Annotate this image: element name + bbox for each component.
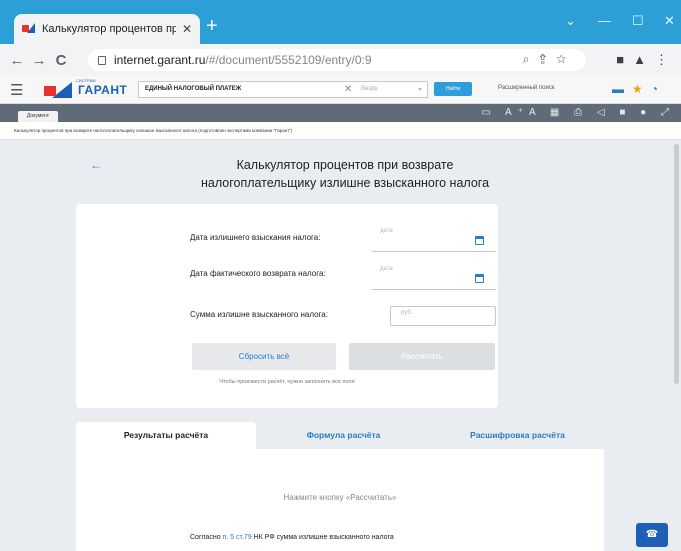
press-calculate-prompt: Нажмите кнопку «Рассчитать» <box>283 493 397 502</box>
browser-toolbar: ← → C internet.garant.ru/#/document/5552… <box>0 44 681 76</box>
menu-icon[interactable]: ☰ <box>10 81 23 99</box>
legal-basis-text: Согласно п. 5 ст.79 НК РФ сумма излишне … <box>190 534 394 541</box>
new-tab-button[interactable]: + <box>206 16 218 36</box>
search-input[interactable]: ЕДИНЫЙ НАЛОГОВЫЙ ПЛАТЕЖ ✕ Везде ⌄ <box>138 81 428 98</box>
extensions-icons[interactable]: ■▲⋮ <box>616 52 677 68</box>
chevron-down-icon[interactable]: ⌄ <box>417 84 423 92</box>
url-host: internet.garant.ru <box>114 53 206 67</box>
star-icon[interactable]: ★ <box>632 82 651 96</box>
garant-header: ☰ СИСТЕМА ГАРАНТ ЕДИНЫЙ НАЛОГОВЫЙ ПЛАТЕЖ… <box>0 76 681 104</box>
history-icon[interactable]: ◔ <box>651 82 666 96</box>
page-title-line1: Калькулятор процентов при возврате <box>236 158 454 172</box>
document-tool-icons[interactable]: ▭ A⁺A ▦ ⎙ ◁ ■ ● ⤢ <box>481 107 675 118</box>
tab-title: Калькулятор процентов при во <box>42 23 176 35</box>
find-button[interactable]: Найти <box>434 82 472 96</box>
tab-results[interactable]: Результаты расчёта <box>76 422 256 449</box>
accord-prefix: Согласно <box>190 534 223 541</box>
logo-system-label: СИСТЕМА <box>76 78 96 83</box>
search-scope-select[interactable]: Везде <box>361 86 378 92</box>
scrollbar[interactable] <box>672 140 681 551</box>
reload-icon[interactable]: C <box>50 52 72 69</box>
search-value: ЕДИНЫЙ НАЛОГОВЫЙ ПЛАТЕЖ <box>145 86 242 92</box>
calendar-icon[interactable] <box>475 274 484 283</box>
results-panel: Нажмите кнопку «Рассчитать» Согласно п. … <box>76 449 604 551</box>
garant-favicon-icon <box>22 23 36 35</box>
omnibox-icons[interactable]: ⌕⇪☆ <box>523 52 576 67</box>
tab-search-icon[interactable]: ⌄ <box>565 13 576 29</box>
refund-date-label: Дата фактического возврата налога: <box>190 269 326 278</box>
tab-formula[interactable]: Формула расчёта <box>256 422 431 449</box>
browser-tab[interactable]: Калькулятор процентов при во ✕ <box>14 14 200 44</box>
calendar-icon[interactable] <box>475 236 484 245</box>
lock-icon <box>98 55 106 65</box>
tax-amount-field[interactable]: руб. <box>390 306 496 326</box>
breadcrumb: Калькулятор процентов при возврате налог… <box>0 122 681 140</box>
address-bar[interactable]: internet.garant.ru/#/document/5552109/en… <box>88 49 586 71</box>
calculate-button[interactable]: Рассчитать <box>349 343 495 370</box>
overpayment-date-field[interactable]: дата <box>372 226 496 252</box>
tab-document[interactable]: Документ <box>18 111 58 122</box>
calculator-page: ← Калькулятор процентов при возврате нал… <box>0 140 681 551</box>
overpayment-date-label: Дата излишнего взыскания налога: <box>190 233 321 242</box>
header-action-icons[interactable]: ▬★◔ <box>612 82 666 96</box>
chat-icon[interactable]: ▬ <box>612 82 632 96</box>
minimize-button[interactable]: — <box>598 13 611 28</box>
page-title-line2: налогоплательщику излишне взысканного на… <box>200 176 490 190</box>
refund-date-field[interactable]: дата <box>372 264 496 290</box>
close-window-button[interactable]: ✕ <box>664 13 675 29</box>
date-placeholder: дата <box>380 228 393 234</box>
results-tabs: Результаты расчёта Формула расчёта Расши… <box>76 422 604 449</box>
logo-text: ГАРАНТ <box>78 83 128 97</box>
forward-arrow-icon[interactable]: → <box>28 52 50 69</box>
tax-code-link[interactable]: п. 5 ст.79 <box>223 534 252 541</box>
calculator-form: Дата излишнего взыскания налога: дата Да… <box>76 204 498 408</box>
browser-titlebar: Калькулятор процентов при во ✕ + ⌄ — ☐ ✕ <box>0 0 681 44</box>
form-hint: Чтобы произвести расчёт, нужно заполнить… <box>219 379 355 385</box>
support-chat-icon: ☎ <box>645 529 659 540</box>
tab-close-icon[interactable]: ✕ <box>182 22 192 36</box>
back-arrow-icon[interactable]: ← <box>6 52 28 69</box>
rub-placeholder: руб. <box>401 310 413 316</box>
garant-logo-mark-icon <box>44 82 74 98</box>
clear-search-icon[interactable]: ✕ <box>344 84 352 95</box>
date-placeholder: дата <box>380 266 393 272</box>
garant-logo[interactable]: СИСТЕМА ГАРАНТ <box>44 78 128 99</box>
url-path: /#/document/5552109/entry/0:9 <box>205 53 372 67</box>
maximize-button[interactable]: ☐ <box>632 13 644 29</box>
tax-amount-label: Сумма излишне взысканного налога: <box>190 310 328 319</box>
reset-all-button[interactable]: Сбросить всё <box>192 343 336 370</box>
support-chat-button[interactable]: ☎ <box>636 523 668 547</box>
advanced-search-link[interactable]: Расширенный поиск <box>498 85 555 91</box>
accord-suffix: НК РФ сумма излишне взысканного налога <box>251 534 394 541</box>
tab-breakdown[interactable]: Расшифровка расчёта <box>431 422 604 449</box>
scrollbar-thumb[interactable] <box>674 144 679 384</box>
page-title: Калькулятор процентов при возврате налог… <box>150 156 540 192</box>
document-toolbar: Документ ▭ A⁺A ▦ ⎙ ◁ ■ ● ⤢ <box>0 104 681 122</box>
back-arrow-icon[interactable]: ← <box>90 158 102 172</box>
